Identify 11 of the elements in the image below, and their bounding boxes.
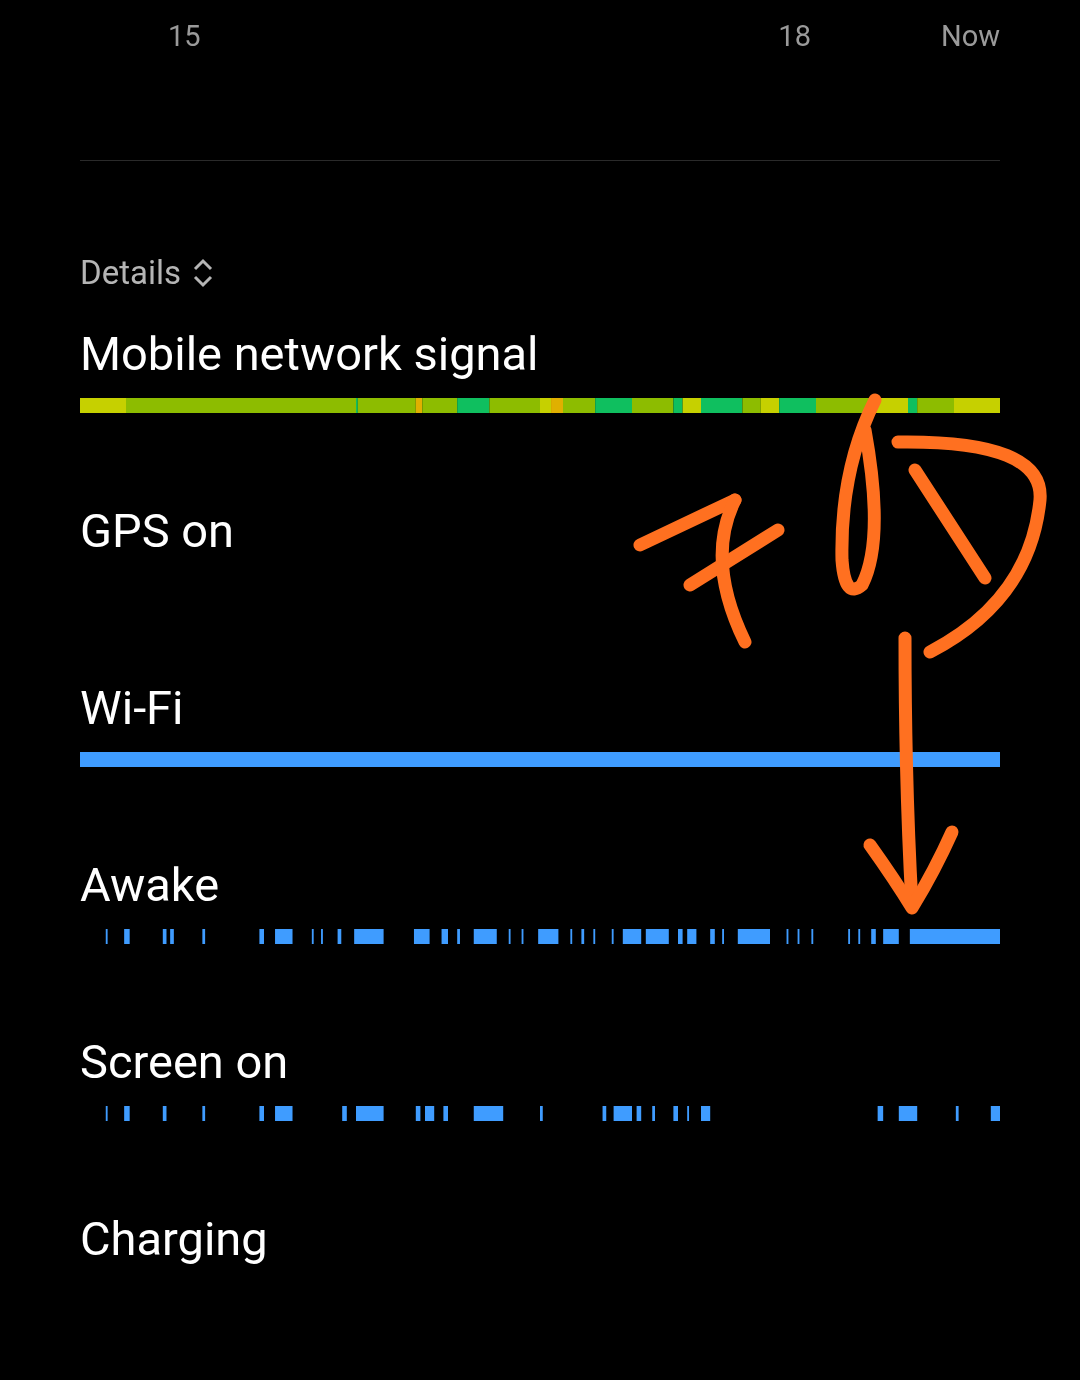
row-title: GPS on (80, 502, 235, 560)
row-title: Charging (80, 1210, 269, 1268)
row-title: Screen on (80, 1033, 290, 1091)
chevron-up-down-icon (193, 257, 213, 288)
row-title: Awake (80, 856, 221, 914)
row-title: Mobile network signal (80, 325, 540, 383)
details-sort-button[interactable]: Details (80, 253, 213, 292)
row-title: Wi-Fi (80, 679, 185, 737)
time-label: Now (940, 19, 1000, 53)
time-label: 15 (168, 19, 201, 53)
time-label: 18 (778, 19, 811, 53)
